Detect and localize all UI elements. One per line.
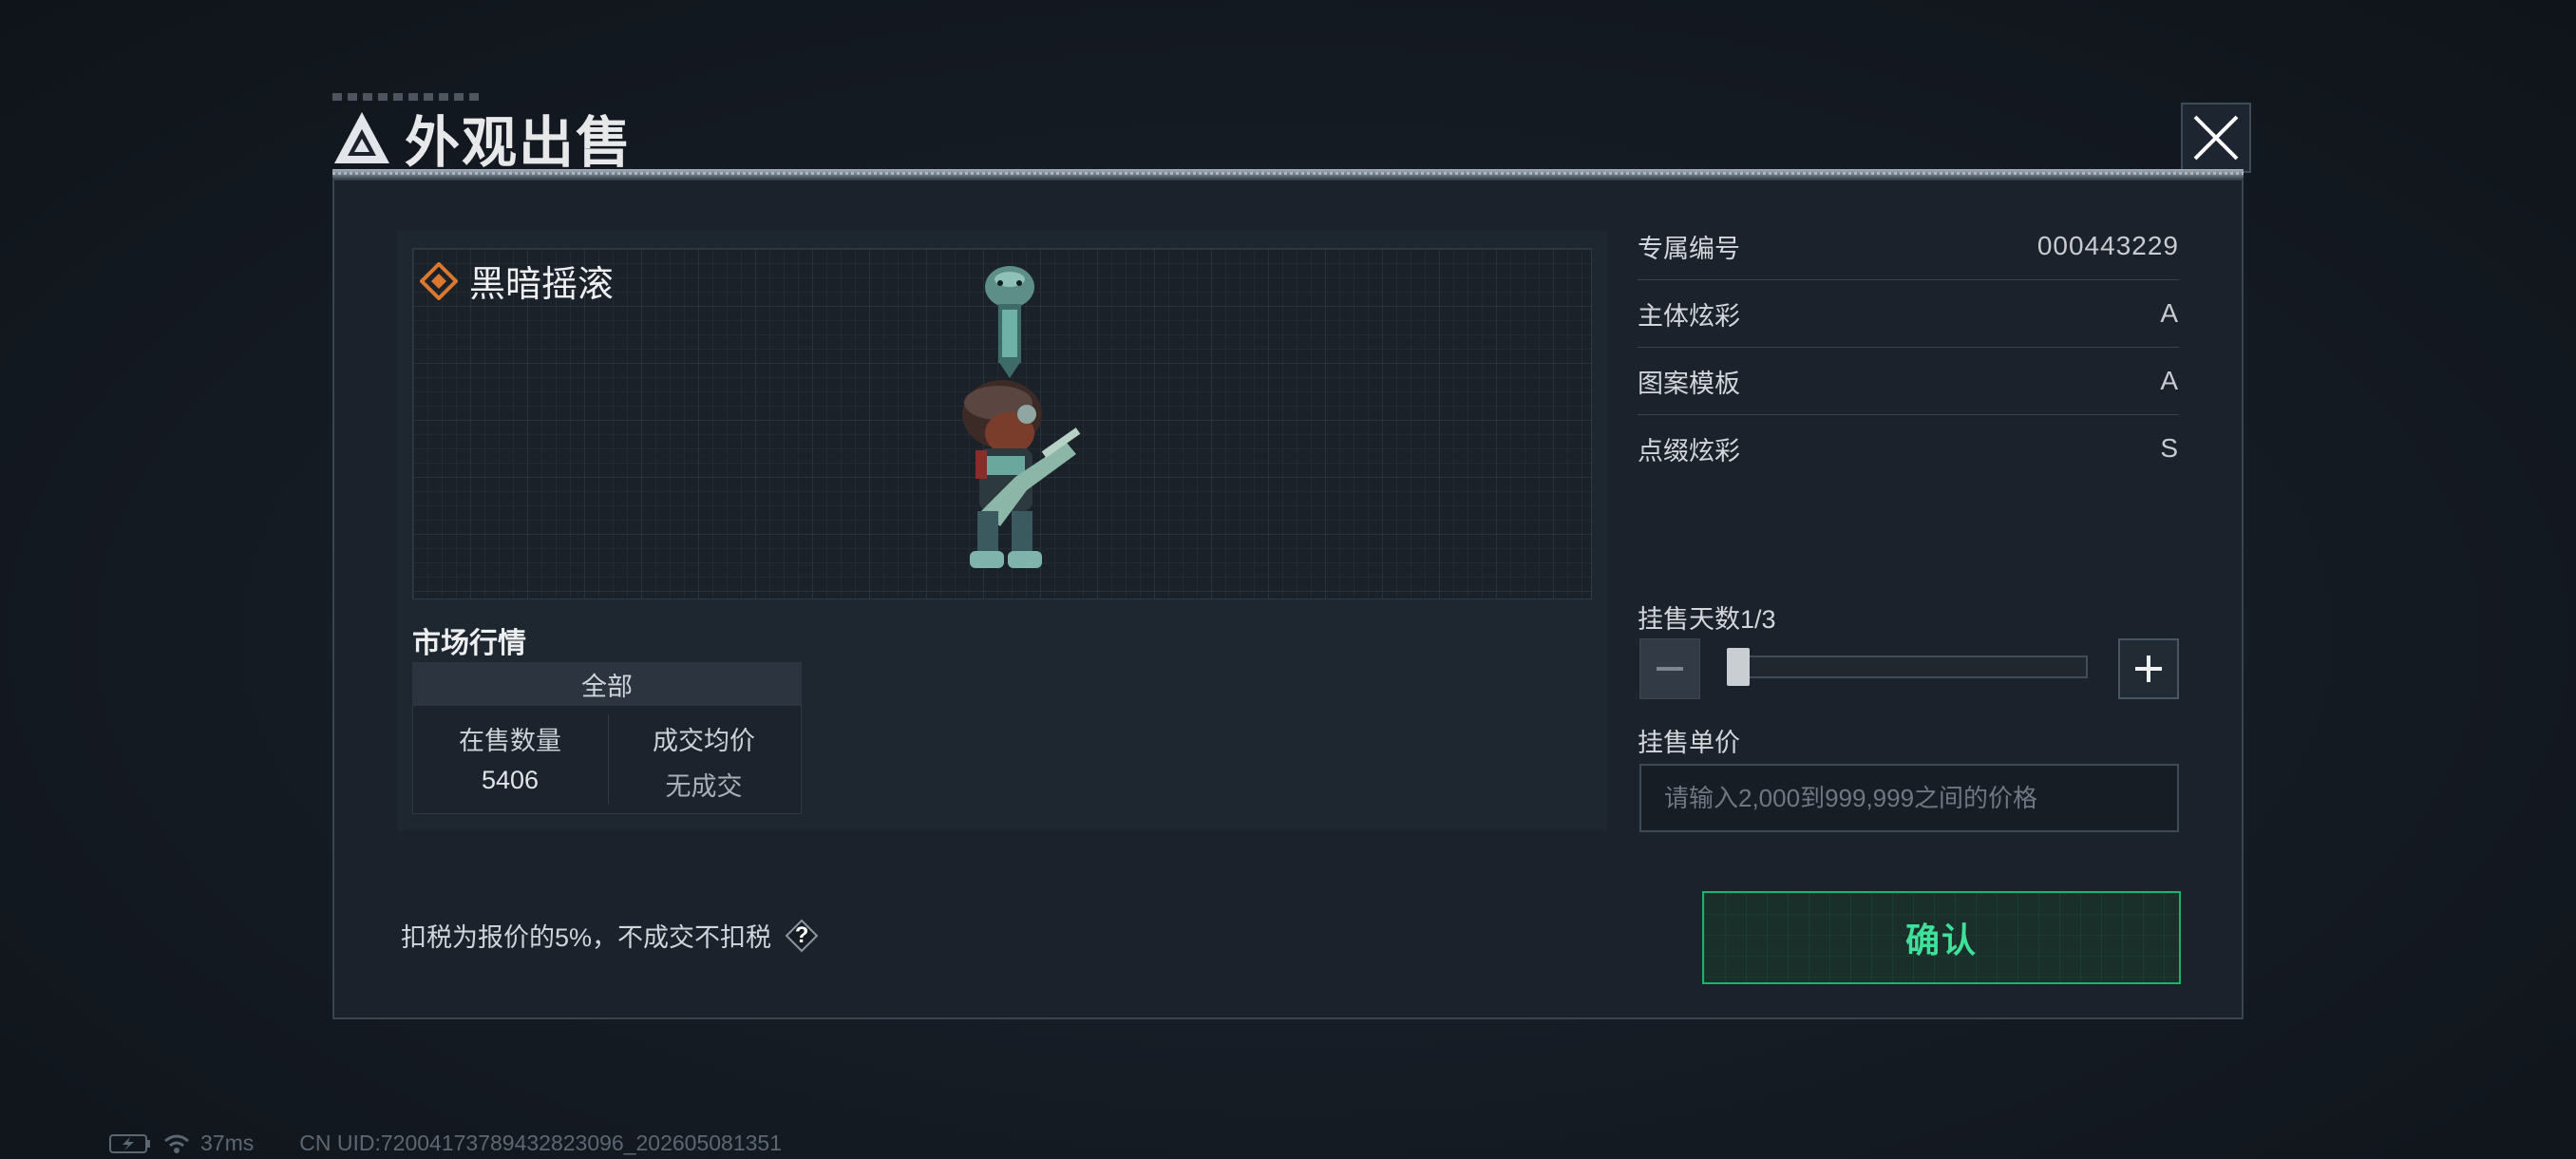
latency-text: 37ms <box>200 1130 255 1155</box>
market-col-value-avg-price: 无成交 <box>665 772 743 801</box>
brand-logo-icon <box>334 112 389 163</box>
battery-icon <box>109 1133 150 1153</box>
attr-value: A <box>2160 298 2179 328</box>
rarity-diamond-icon <box>420 261 458 300</box>
listing-days-slider[interactable] <box>1727 656 2088 678</box>
confirm-button[interactable]: 确认 <box>1702 891 2181 984</box>
listing-price-label: 挂售单价 <box>1638 729 1740 757</box>
status-bar: 37ms CN UID:720041737894328230​96_202605… <box>109 1130 795 1156</box>
attr-value: S <box>2160 433 2179 463</box>
attr-label: 专属编号 <box>1638 234 1740 263</box>
panel-top-bar <box>332 169 2244 180</box>
tax-note: 扣税为报价的5%，不成交不扣税 ? <box>401 917 819 954</box>
market-title: 市场行情 <box>412 628 526 659</box>
page-title: 外观出售 <box>405 112 634 174</box>
plus-icon <box>2135 656 2162 682</box>
listing-price-input[interactable] <box>1639 764 2179 832</box>
minus-icon <box>1657 667 1683 671</box>
market-col-value-on-sale: 5406 <box>481 766 540 794</box>
wifi-icon <box>164 1134 189 1153</box>
help-glyph: ? <box>794 922 809 948</box>
listing-days-label: 挂售天数1/3 <box>1638 605 1776 634</box>
market-col-label-avg-price: 成交均价 <box>653 727 755 755</box>
character-figure <box>962 266 1081 568</box>
attr-row-accent-color: 点缀炫彩 S <box>1638 415 2179 482</box>
market-filter-all[interactable]: 全部 <box>412 662 802 706</box>
attr-label: 点缀炫彩 <box>1638 436 1740 466</box>
attr-label: 主体炫彩 <box>1638 301 1740 331</box>
close-icon <box>2193 115 2239 161</box>
attr-row-main-color: 主体炫彩 A <box>1638 280 2179 348</box>
attr-row-serial: 专属编号 000443229 <box>1638 213 2179 280</box>
increase-days-button[interactable] <box>2118 638 2179 699</box>
attr-value: 000443229 <box>2036 231 2179 260</box>
page-header: 外观出售 <box>332 100 633 176</box>
listing-days-slider-thumb[interactable] <box>1727 648 1750 686</box>
uid-text: CN UID:720041737894328230​96_20260508135… <box>299 1130 782 1155</box>
help-button[interactable]: ? <box>785 919 819 953</box>
attr-label: 图案模板 <box>1638 369 1740 398</box>
attr-value: A <box>2160 366 2179 395</box>
item-name-label: 黑暗摇滚 <box>420 255 614 307</box>
close-button[interactable] <box>2181 103 2251 173</box>
attr-row-pattern: 图案模板 A <box>1638 348 2179 415</box>
tax-note-text: 扣税为报价的5%，不成交不扣税 <box>401 923 772 952</box>
item-name: 黑暗摇滚 <box>469 265 615 305</box>
decrease-days-button[interactable] <box>1639 638 1700 699</box>
market-col-label-on-sale: 在售数量 <box>459 727 561 755</box>
